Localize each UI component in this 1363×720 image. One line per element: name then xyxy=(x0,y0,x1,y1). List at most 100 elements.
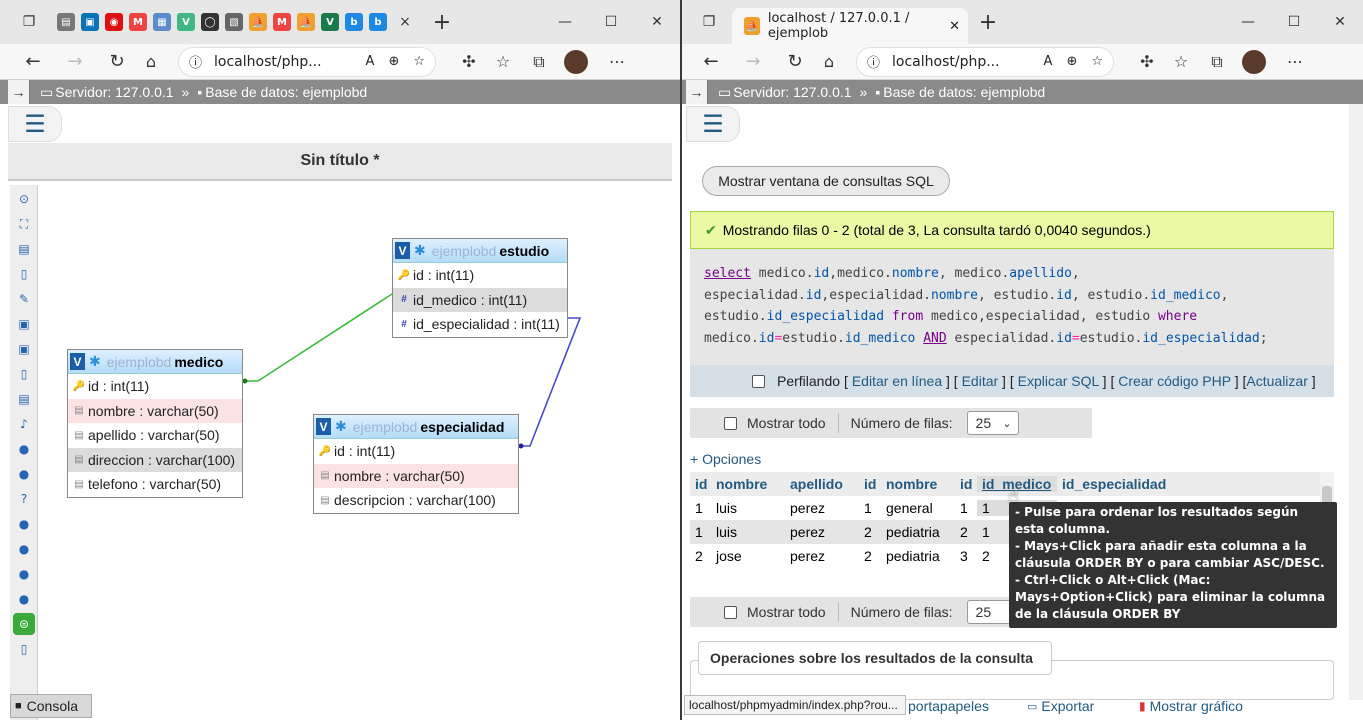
table-navigation-top: Mostrar todo Número de filas: 25 ⌄ xyxy=(690,408,1092,438)
relation-dot-especialidad xyxy=(518,443,524,449)
show-chart-link[interactable]: ▮ Mostrar gráfico xyxy=(1139,698,1243,714)
rows-label: Número de filas: xyxy=(850,415,953,431)
cell[interactable]: luis xyxy=(711,524,785,540)
cell[interactable]: 1 xyxy=(955,500,977,516)
close-window-icon[interactable]: ✕ xyxy=(1317,14,1363,30)
profiling-checkbox[interactable] xyxy=(752,374,765,388)
show-all-checkbox[interactable] xyxy=(724,416,737,430)
more-icon[interactable]: ⋯ xyxy=(1284,50,1306,74)
col-header-id-2[interactable]: id xyxy=(859,476,881,492)
info-icon[interactable]: ⓘ xyxy=(867,52,880,71)
link-explain-sql[interactable]: Explicar SQL xyxy=(1018,373,1099,389)
column-icon: ▤ xyxy=(74,429,84,441)
home-icon[interactable]: ⌂ xyxy=(818,50,840,74)
link-edit-inline[interactable]: Editar en línea xyxy=(852,373,942,389)
col-header-id-3[interactable]: id xyxy=(955,476,977,492)
extensions-icon[interactable]: ✣ xyxy=(1136,50,1158,74)
tab-actions-icon[interactable]: ❐ xyxy=(698,10,720,34)
col-header-nombre[interactable]: nombre xyxy=(711,476,785,492)
chart-icon: ▮ xyxy=(1139,699,1146,713)
link-edit[interactable]: Editar xyxy=(962,373,999,389)
favorites-icon[interactable]: ☆ xyxy=(1170,50,1192,74)
cell[interactable]: general xyxy=(881,500,955,516)
collections-icon[interactable]: ⧉ xyxy=(1206,50,1228,74)
tab-active[interactable]: ⛵ localhost / 127.0.0.1 / ejemplob ✕ xyxy=(732,8,968,44)
cell[interactable]: perez xyxy=(785,548,859,564)
sql-window-button[interactable]: Mostrar ventana de consultas SQL xyxy=(702,166,950,196)
table-especialidad[interactable]: V ✱ ejemplobd especialidad 🔑 id : int(11) ▤ n… xyxy=(313,414,519,514)
col-header-apellido[interactable]: apellido xyxy=(785,476,859,492)
table-medico[interactable]: V ✱ ejemplobd medico 🔑 id : int(11) ▤ nombre … xyxy=(67,349,243,498)
read-aloud-icon[interactable]: A xyxy=(1044,54,1053,69)
cell[interactable]: 2 xyxy=(859,524,881,540)
table-header[interactable]: V ✱ ejemplobd estudio xyxy=(393,239,567,263)
field-row[interactable]: 🔑 id : int(11) xyxy=(68,374,242,399)
cell[interactable]: luis xyxy=(711,500,785,516)
menu-hamburger-icon[interactable]: ☰ xyxy=(686,106,740,142)
cell[interactable]: 1 xyxy=(690,500,711,516)
favorite-add-icon[interactable]: ☆ xyxy=(1091,54,1103,69)
toggle-v-icon[interactable]: V xyxy=(316,418,331,435)
field-label: apellido : varchar(50) xyxy=(88,427,220,444)
options-link[interactable]: + Opciones xyxy=(690,451,761,467)
new-tab-icon[interactable]: + xyxy=(978,10,998,35)
breadcrumb-database[interactable]: Base de datos: ejemplobd xyxy=(883,84,1045,100)
col-header-id[interactable]: id xyxy=(690,476,711,492)
tab-strip: ❐ ⛵ localhost / 127.0.0.1 / ejemplob ✕ +… xyxy=(682,0,1363,44)
cell[interactable]: perez xyxy=(785,524,859,540)
cell[interactable]: pediatria xyxy=(881,548,955,564)
field-row[interactable]: ▤ descripcion : varchar(100) xyxy=(314,488,518,513)
table-estudio[interactable]: V ✱ ejemplobd estudio 🔑 id : int(11) # id_med… xyxy=(392,238,568,338)
profile-avatar[interactable] xyxy=(1242,49,1266,74)
cell[interactable]: 2 xyxy=(859,548,881,564)
console-button[interactable]: ■ Consola xyxy=(10,694,92,718)
export-link[interactable]: ▭ Exportar xyxy=(1027,698,1094,714)
back-icon[interactable]: ← xyxy=(700,50,722,74)
field-row[interactable]: # id_especialidad : int(11) xyxy=(393,312,567,337)
rows-select[interactable]: 25 ⌄ xyxy=(966,411,1019,435)
page-scrollbar[interactable] xyxy=(1349,104,1363,700)
field-row[interactable]: 🔑 id : int(11) xyxy=(393,263,567,288)
cell[interactable]: 1 xyxy=(690,524,711,540)
cell[interactable]: jose xyxy=(711,548,785,564)
link-create-php[interactable]: Crear código PHP xyxy=(1118,373,1231,389)
zoom-icon[interactable]: ⊕ xyxy=(1066,54,1077,69)
field-row[interactable]: 🔑 id : int(11) xyxy=(314,439,518,464)
table-header[interactable]: V ✱ ejemplobd medico xyxy=(68,350,242,374)
field-row[interactable]: ▤ nombre : varchar(50) xyxy=(314,463,518,488)
copy-clipboard-link[interactable]: portapapeles xyxy=(908,698,989,714)
collapse-arrow-icon[interactable]: → xyxy=(686,80,708,104)
index-icon: # xyxy=(401,318,407,330)
field-row[interactable]: ▤ apellido : varchar(50) xyxy=(68,423,242,448)
reload-icon[interactable]: ↻ xyxy=(784,50,806,74)
gear-icon[interactable]: ✱ xyxy=(414,242,426,259)
db-icon: ▪ xyxy=(875,84,881,100)
gear-icon[interactable]: ✱ xyxy=(89,353,101,370)
field-row[interactable]: # id_medico : int(11) xyxy=(393,287,567,312)
cell[interactable]: pediatria xyxy=(881,524,955,540)
address-bar[interactable]: ⓘ localhost/php... A ⊕ ☆ xyxy=(856,46,1114,77)
col-header-id-especialidad[interactable]: id_especialidad xyxy=(1057,476,1177,492)
cell[interactable]: 3 xyxy=(955,548,977,564)
table-header[interactable]: V ✱ ejemplobd especialidad xyxy=(314,415,518,439)
cell[interactable]: 1 xyxy=(859,500,881,516)
close-tab-icon[interactable]: ✕ xyxy=(949,19,960,34)
cell[interactable]: 2 xyxy=(955,524,977,540)
cell[interactable]: perez xyxy=(785,500,859,516)
key-icon: 🔑 xyxy=(318,445,332,457)
field-row[interactable]: ▤ telefono : varchar(50) xyxy=(68,472,242,497)
link-refresh[interactable]: Actualizar xyxy=(1246,373,1307,389)
cell[interactable]: 2 xyxy=(690,548,711,564)
col-header-nombre-2[interactable]: nombre xyxy=(881,476,955,492)
forward-icon[interactable]: → xyxy=(742,50,764,74)
field-row[interactable]: ▤ nombre : varchar(50) xyxy=(68,398,242,423)
toggle-v-icon[interactable]: V xyxy=(70,353,85,370)
breadcrumb-server[interactable]: Servidor: 127.0.0.1 xyxy=(733,84,851,100)
maximize-icon[interactable]: ☐ xyxy=(1271,14,1317,30)
show-all-checkbox[interactable] xyxy=(724,605,737,619)
field-row[interactable]: ▤ direccion : varchar(100) xyxy=(68,447,242,472)
toggle-v-icon[interactable]: V xyxy=(395,242,410,259)
field-label: nombre : varchar(50) xyxy=(88,402,219,419)
minimize-icon[interactable]: — xyxy=(1225,14,1271,30)
gear-icon[interactable]: ✱ xyxy=(335,418,347,435)
